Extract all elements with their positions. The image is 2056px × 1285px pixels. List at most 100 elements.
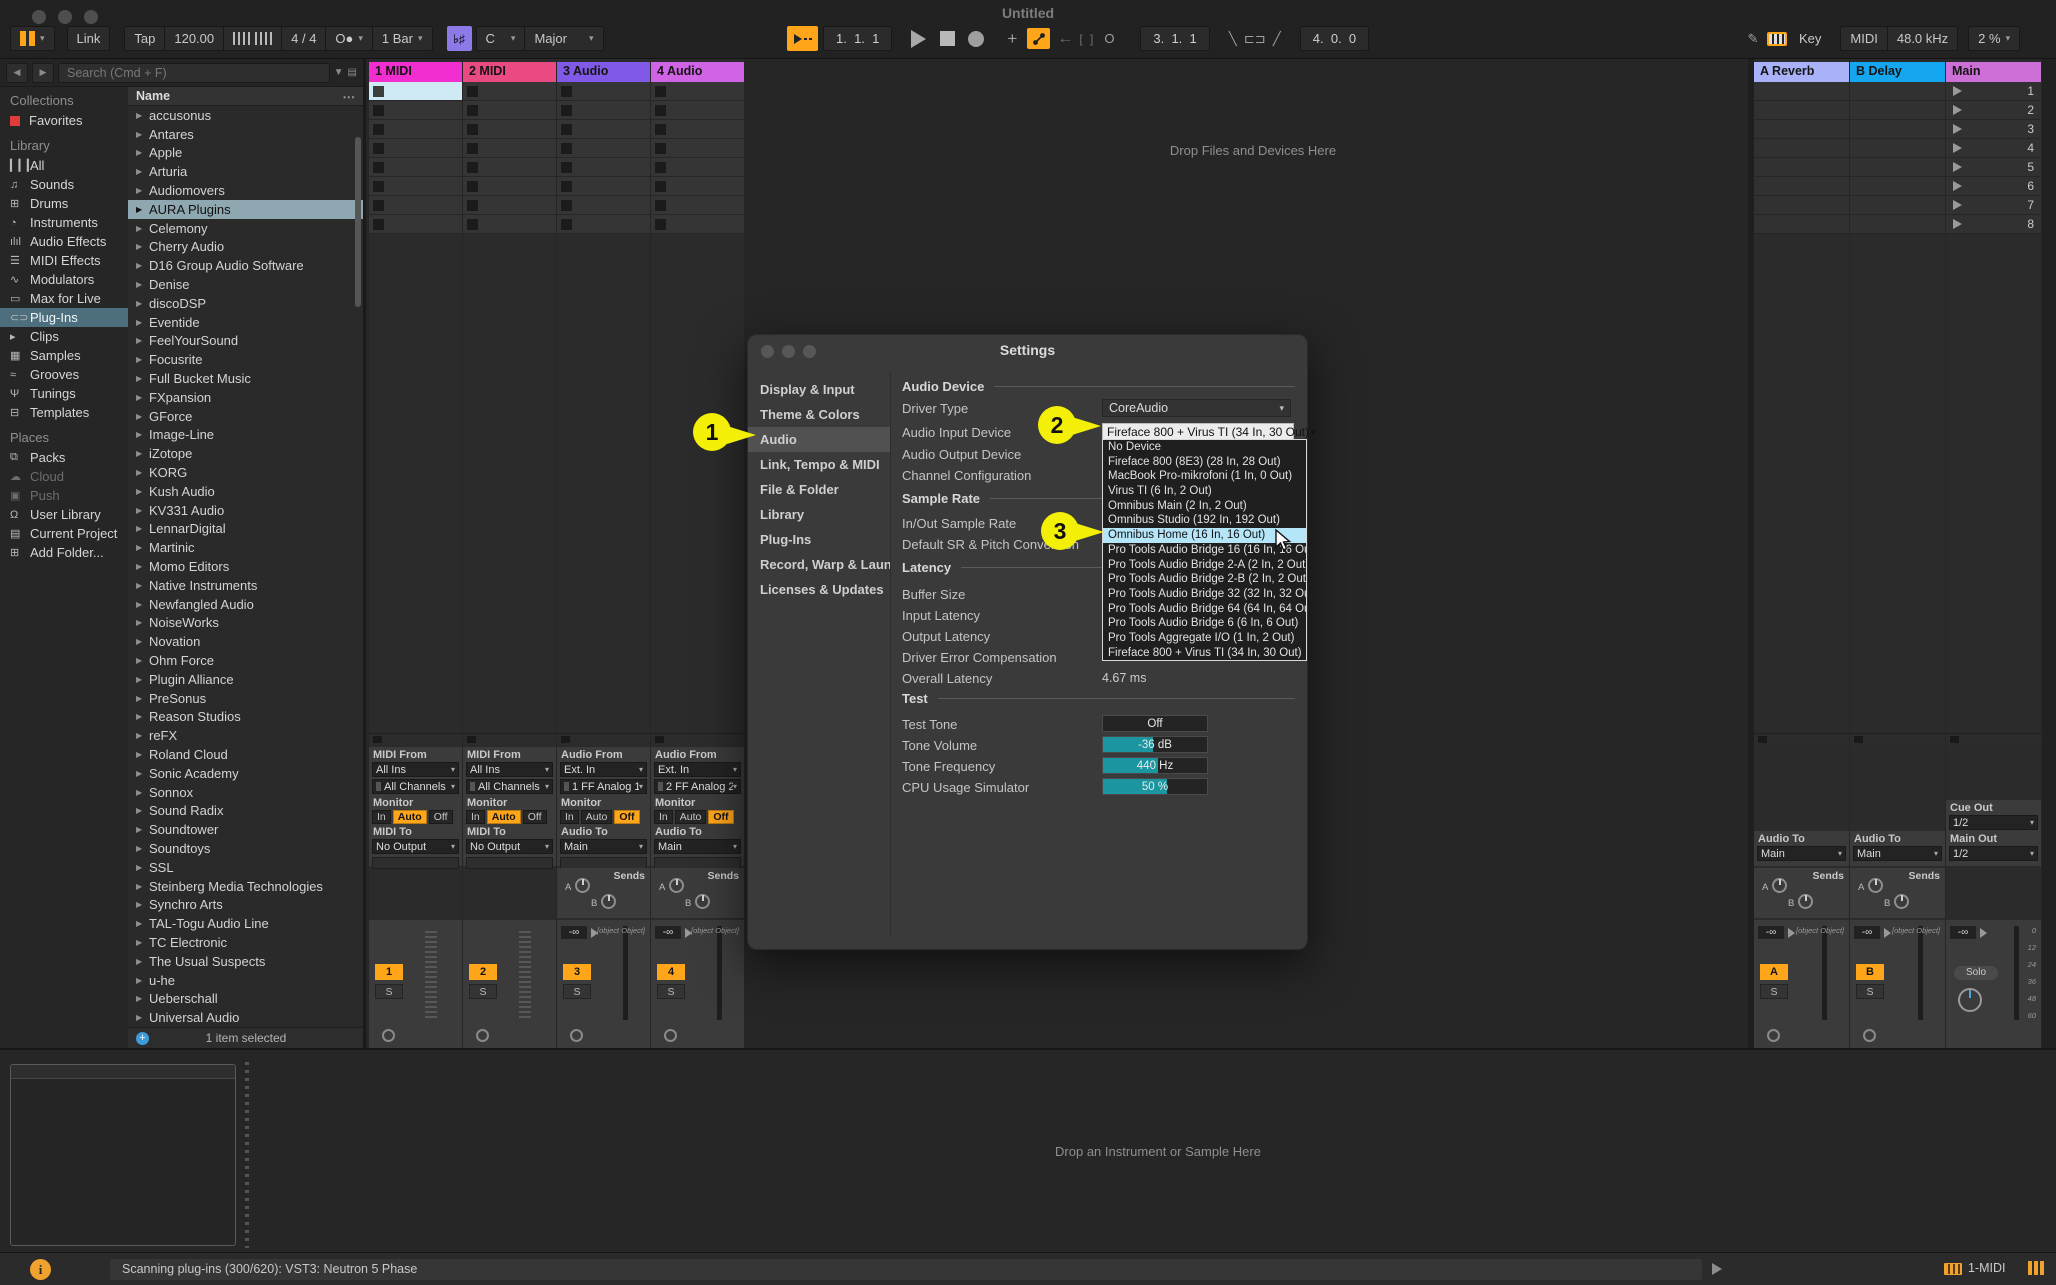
- expand-arrow-icon[interactable]: ▶: [136, 186, 149, 195]
- expand-arrow-icon[interactable]: ▶: [136, 731, 149, 740]
- send-b-knob[interactable]: [695, 894, 710, 909]
- track-delay-field[interactable]: [372, 857, 459, 869]
- empty-slot[interactable]: [1754, 101, 1849, 120]
- loop-start-field[interactable]: 3. 1. 1: [1140, 26, 1209, 51]
- expand-arrow-icon[interactable]: ▶: [136, 111, 149, 120]
- list-item[interactable]: ▶ GForce: [128, 407, 363, 426]
- driver-type-chooser[interactable]: CoreAudio▾: [1102, 399, 1291, 417]
- empty-slot[interactable]: [1850, 139, 1945, 158]
- loop-length-field[interactable]: 4. 0. 0: [1300, 26, 1369, 51]
- list-item[interactable]: ▶ discoDSP: [128, 294, 363, 313]
- monitor-auto-button[interactable]: Auto: [675, 810, 707, 824]
- sidebar-item[interactable]: ☰ MIDI Effects: [10, 251, 128, 270]
- clip-stop-icon[interactable]: [373, 200, 384, 211]
- list-item[interactable]: ▶ Celemony: [128, 219, 363, 238]
- list-item[interactable]: ▶ accusonus: [128, 106, 363, 125]
- punch-in-icon[interactable]: ╲: [1222, 28, 1244, 50]
- send-b-knob[interactable]: [1798, 894, 1813, 909]
- clip-slot[interactable]: [557, 120, 650, 139]
- track-header[interactable]: 3 Audio: [557, 62, 650, 82]
- scale-mode-button[interactable]: ♭♯: [447, 26, 472, 51]
- clip-slot[interactable]: [369, 196, 462, 215]
- computer-midi-keyboard-button[interactable]: [1766, 28, 1788, 50]
- clip-slot[interactable]: [463, 215, 556, 234]
- stop-clips-icon[interactable]: [373, 736, 382, 743]
- volume-field[interactable]: -∞: [655, 926, 681, 939]
- pan-knob[interactable]: [1767, 1029, 1780, 1042]
- clip-stop-icon[interactable]: [561, 105, 572, 116]
- midi-keyboard-icon[interactable]: [1944, 1263, 1962, 1275]
- cue-out-chooser[interactable]: 1/2▾: [1949, 815, 2038, 830]
- list-item[interactable]: ▶ Novation: [128, 632, 363, 651]
- clip-slot[interactable]: [369, 120, 462, 139]
- sidebar-item-favorites[interactable]: Favorites: [10, 111, 128, 130]
- list-item[interactable]: ▶ Full Bucket Music: [128, 369, 363, 388]
- scene-slot[interactable]: 4: [1946, 139, 2041, 158]
- expand-arrow-icon[interactable]: ▶: [136, 468, 149, 477]
- browser-scrollbar[interactable]: [355, 137, 361, 307]
- list-item[interactable]: ▶ AURA Plugins: [128, 200, 363, 219]
- monitor-auto-button[interactable]: Auto: [581, 810, 613, 824]
- list-item[interactable]: ▶ Focusrite: [128, 350, 363, 369]
- solo-button[interactable]: S: [563, 984, 591, 999]
- track-header[interactable]: 2 MIDI: [463, 62, 556, 82]
- empty-slot[interactable]: [1754, 196, 1849, 215]
- list-item[interactable]: ▶ LennarDigital: [128, 520, 363, 539]
- clip-stop-icon[interactable]: [655, 162, 666, 173]
- clip-slot[interactable]: [651, 139, 744, 158]
- list-item[interactable]: ▶ D16 Group Audio Software: [128, 256, 363, 275]
- stop-clips-icon[interactable]: [1854, 736, 1863, 743]
- track-header[interactable]: 4 Audio: [651, 62, 744, 82]
- list-item[interactable]: ▶ SSL: [128, 858, 363, 877]
- clip-slot[interactable]: [557, 177, 650, 196]
- clip-stop-icon[interactable]: [467, 181, 478, 192]
- list-item[interactable]: ▶ Soundtower: [128, 820, 363, 839]
- list-item[interactable]: ▶ Roland Cloud: [128, 745, 363, 764]
- clip-stop-icon[interactable]: [655, 143, 666, 154]
- empty-slot[interactable]: [1850, 82, 1945, 101]
- input-channel-chooser[interactable]: 2 FF Analog 2▾: [654, 779, 741, 794]
- send-a-knob[interactable]: [669, 878, 684, 893]
- clip-stop-icon[interactable]: [373, 105, 384, 116]
- search-input[interactable]: [58, 63, 330, 83]
- output-chooser[interactable]: Main▾: [1757, 846, 1846, 861]
- history-forward-button[interactable]: ▶: [32, 63, 54, 83]
- expand-arrow-icon[interactable]: ▶: [136, 543, 149, 552]
- sidebar-item[interactable]: ılıl Audio Effects: [10, 232, 128, 251]
- track-activator-button[interactable]: 1: [375, 964, 403, 980]
- key-map-button[interactable]: Key: [1790, 31, 1830, 46]
- list-item[interactable]: ▶ Image-Line: [128, 426, 363, 445]
- sidebar-item[interactable]: Ψ Tunings: [10, 384, 128, 403]
- metronome-icon[interactable]: [224, 27, 282, 50]
- send-a-knob[interactable]: [1868, 878, 1883, 893]
- follow-button[interactable]: [787, 26, 818, 51]
- list-item[interactable]: ▶ NoiseWorks: [128, 614, 363, 633]
- solo-button[interactable]: S: [657, 984, 685, 999]
- expand-arrow-icon[interactable]: ▶: [136, 224, 149, 233]
- clip-stop-icon[interactable]: [655, 86, 666, 97]
- scene-slot[interactable]: 7: [1946, 196, 2041, 215]
- device-menu-item[interactable]: Pro Tools Aggregate I/O (1 In, 2 Out): [1103, 631, 1306, 646]
- sidebar-item[interactable]: ⊂⊃ Plug-Ins: [0, 308, 128, 327]
- expand-arrow-icon[interactable]: ▶: [136, 994, 149, 1003]
- main-track-header[interactable]: Main: [1946, 62, 2041, 82]
- scene-slot[interactable]: 6: [1946, 177, 2041, 196]
- list-item[interactable]: ▶ FXpansion: [128, 388, 363, 407]
- clip-slot[interactable]: [369, 101, 462, 120]
- clip-stop-icon[interactable]: [373, 219, 384, 230]
- empty-slot[interactable]: [1754, 215, 1849, 234]
- sidebar-item[interactable]: ⊟ Templates: [10, 403, 128, 422]
- list-item[interactable]: ▶ Apple: [128, 144, 363, 163]
- send-a-knob[interactable]: [575, 878, 590, 893]
- device-menu-item[interactable]: Virus TI (6 In, 2 Out): [1103, 484, 1306, 499]
- expand-arrow-icon[interactable]: ▶: [136, 148, 149, 157]
- empty-slot[interactable]: [1850, 120, 1945, 139]
- expand-arrow-icon[interactable]: ▶: [136, 393, 149, 402]
- clip-slot[interactable]: [651, 82, 744, 101]
- clip-stop-icon[interactable]: [467, 124, 478, 135]
- empty-slot[interactable]: [1754, 158, 1849, 177]
- clip-slot[interactable]: [463, 139, 556, 158]
- expand-arrow-icon[interactable]: ▶: [136, 957, 149, 966]
- list-item[interactable]: ▶ KORG: [128, 463, 363, 482]
- sidebar-item[interactable]: ∿ Modulators: [10, 270, 128, 289]
